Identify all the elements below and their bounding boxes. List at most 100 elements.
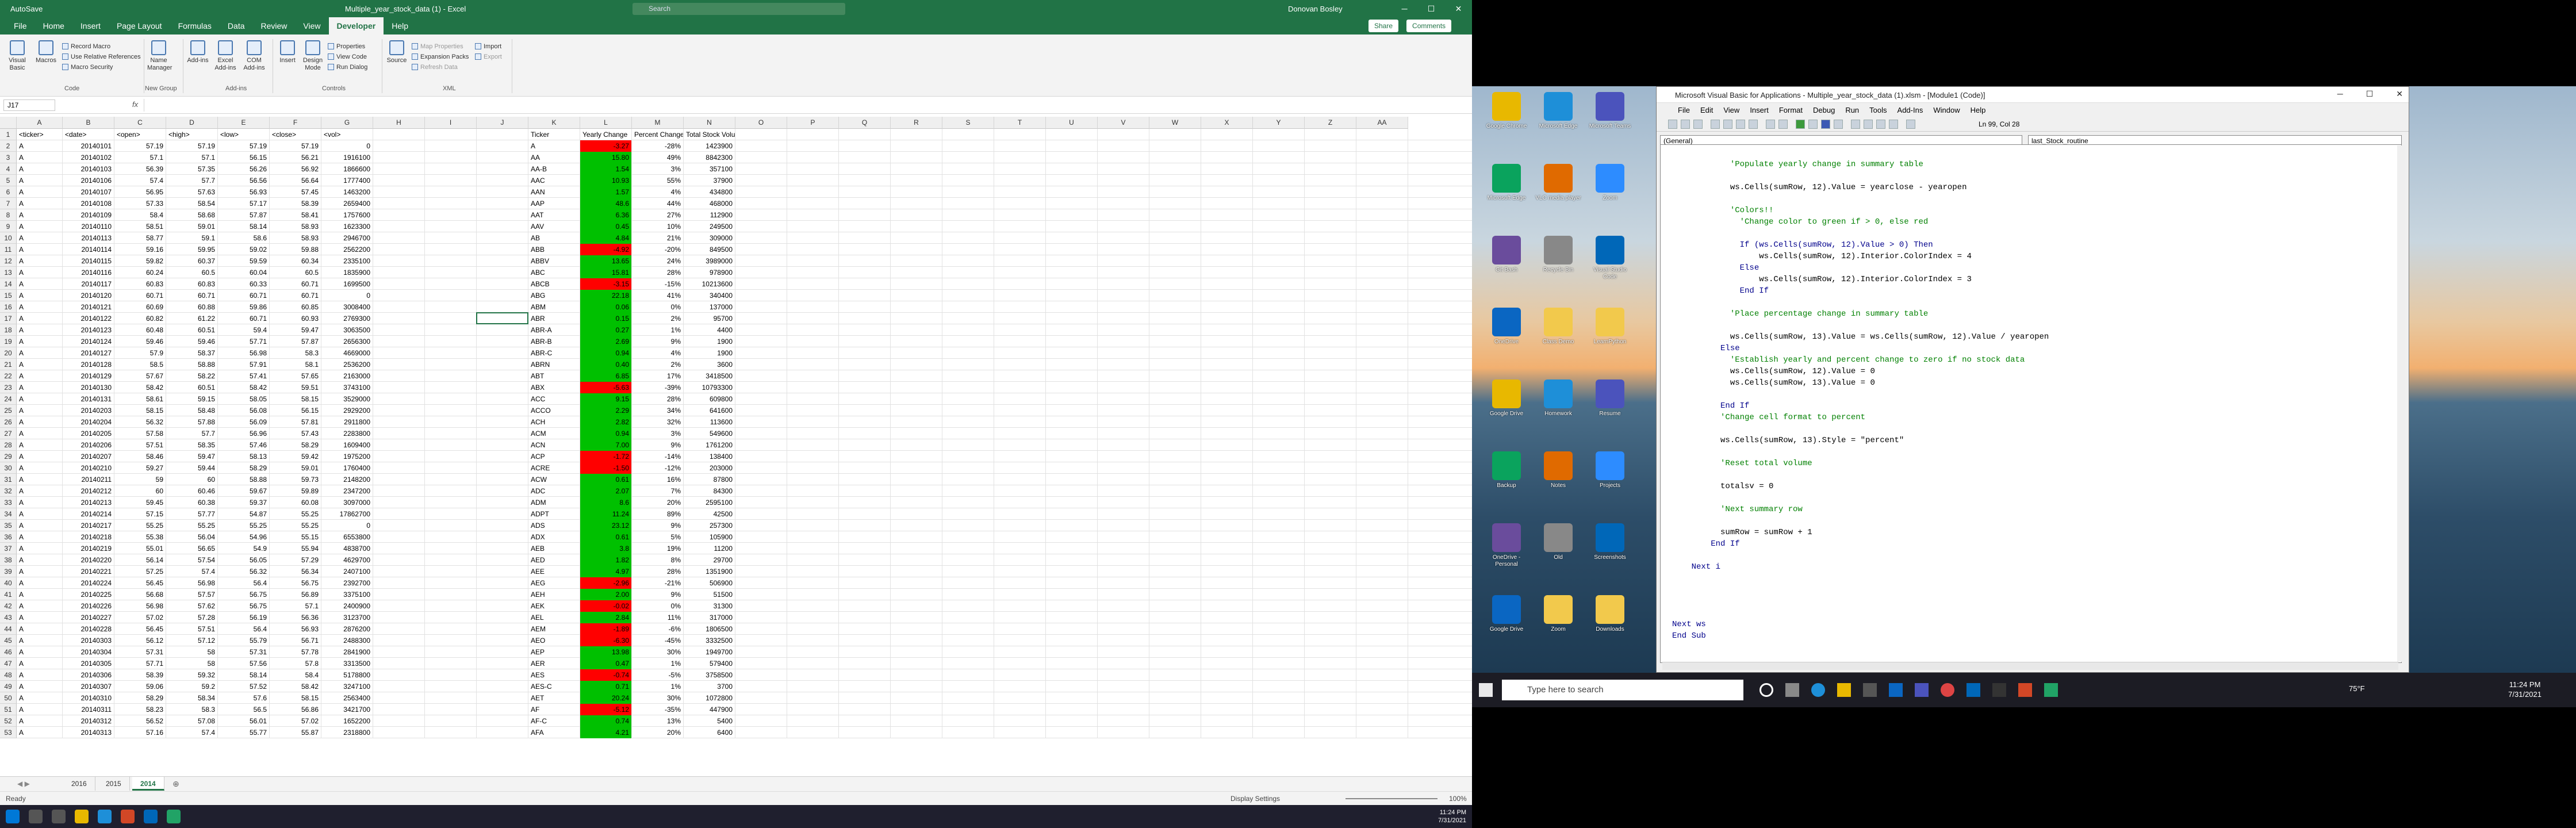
row-header[interactable]: 28 (0, 439, 17, 451)
cell-low[interactable]: 60.33 (218, 278, 269, 290)
summary-ticker[interactable]: AEL (528, 612, 580, 623)
code-line[interactable] (1672, 170, 2391, 182)
store-icon[interactable] (1863, 683, 1877, 697)
summary-percent-change[interactable]: -15% (632, 278, 683, 290)
summary-percent-change[interactable]: 9% (632, 336, 683, 347)
cell-date[interactable]: 20140313 (63, 727, 114, 738)
cell-vol[interactable]: 2488300 (321, 635, 373, 646)
row-header[interactable]: 24 (0, 393, 17, 405)
excel-taskbar-icon[interactable] (2044, 683, 2058, 697)
summary-ticker[interactable]: AEB (528, 543, 580, 554)
row-header[interactable]: 38 (0, 554, 17, 566)
addins-button[interactable]: Add-ins (186, 40, 209, 64)
column-header-T[interactable]: T (994, 117, 1046, 129)
summary-total-volume[interactable]: 3989000 (684, 255, 735, 267)
summary-percent-change[interactable]: 19% (632, 543, 683, 554)
cell-open[interactable]: 56.45 (114, 577, 166, 589)
cell-open[interactable]: 60.48 (114, 324, 166, 336)
cell-open[interactable]: 58.5 (114, 359, 166, 370)
cell-open[interactable]: 58.42 (114, 382, 166, 393)
cell-low[interactable]: 58.13 (218, 451, 269, 462)
cell-high[interactable]: 60.83 (166, 278, 217, 290)
column-header-C[interactable]: C (114, 117, 166, 129)
summary-ticker[interactable]: AEO (528, 635, 580, 646)
summary-total-volume[interactable]: 42500 (684, 508, 735, 520)
cell-date[interactable]: 20140102 (63, 152, 114, 163)
cell-close[interactable]: 57.43 (270, 428, 321, 439)
summary-yearly-change[interactable]: 4.97 (580, 566, 631, 577)
cell-ticker[interactable]: A (17, 347, 62, 359)
cell-high[interactable]: 57.4 (166, 727, 217, 738)
cell-date[interactable]: 20140213 (63, 497, 114, 508)
desktop-icon[interactable]: Zoom (1587, 164, 1633, 202)
summary-yearly-change[interactable]: -5.63 (580, 382, 631, 393)
powerpoint-icon[interactable] (121, 810, 135, 823)
cell-low[interactable]: 56.56 (218, 175, 269, 186)
cell-low[interactable]: 60.04 (218, 267, 269, 278)
vba-menu-insert[interactable]: Insert (1745, 103, 1774, 117)
summary-total-volume[interactable]: 3600 (684, 359, 735, 370)
summary-yearly-change[interactable]: 20.24 (580, 692, 631, 704)
vba-menu-window[interactable]: Window (1928, 103, 1965, 117)
summary-ticker[interactable]: AEH (528, 589, 580, 600)
cell-high[interactable]: 57.62 (166, 600, 217, 612)
cell-high[interactable]: 60.71 (166, 290, 217, 301)
summary-total-volume[interactable]: 31300 (684, 600, 735, 612)
cell-open[interactable]: 56.32 (114, 416, 166, 428)
map-properties-button[interactable]: Map Properties (412, 43, 463, 51)
cell-high[interactable]: 58.35 (166, 439, 217, 451)
summary-total-volume[interactable]: 317000 (684, 612, 735, 623)
cell-ticker[interactable]: A (17, 278, 62, 290)
cell-high[interactable]: 58.68 (166, 209, 217, 221)
cell-close[interactable]: 56.75 (270, 577, 321, 589)
cell-date[interactable]: 20140310 (63, 692, 114, 704)
cell-open[interactable]: 58.15 (114, 405, 166, 416)
summary-ticker[interactable]: ACP (528, 451, 580, 462)
object-browser-icon[interactable] (1876, 120, 1885, 129)
row-header[interactable]: 49 (0, 681, 17, 692)
column-header-F[interactable]: F (270, 117, 321, 129)
cell-ticker[interactable]: A (17, 658, 62, 669)
cell-ticker[interactable]: A (17, 428, 62, 439)
cell-low[interactable]: 54.87 (218, 508, 269, 520)
cell-ticker[interactable]: A (17, 209, 62, 221)
summary-total-volume[interactable]: 549600 (684, 428, 735, 439)
summary-yearly-change[interactable]: 0.27 (580, 324, 631, 336)
summary-yearly-change[interactable]: 0.61 (580, 531, 631, 543)
desktop-icon[interactable]: Backup (1483, 451, 1529, 489)
summary-yearly-change[interactable]: 1.57 (580, 186, 631, 198)
code-line[interactable]: ws.Cells(sumRow, 13).Value = 0 (1672, 377, 2391, 389)
cell-vol[interactable]: 4669000 (321, 347, 373, 359)
cell-high[interactable]: 58.54 (166, 198, 217, 209)
cell-vol[interactable]: 2407100 (321, 566, 373, 577)
summary-total-volume[interactable]: 1900 (684, 336, 735, 347)
cell-open[interactable]: 60.69 (114, 301, 166, 313)
cell-vol[interactable]: 1777400 (321, 175, 373, 186)
desktop-icon[interactable]: Downloads (1587, 595, 1633, 633)
code-line[interactable] (1672, 607, 2391, 619)
cell-low[interactable]: 58.29 (218, 462, 269, 474)
row-header[interactable]: 19 (0, 336, 17, 347)
cell-high[interactable]: 59.46 (166, 336, 217, 347)
cell-ticker[interactable]: A (17, 255, 62, 267)
cell-vol[interactable]: 0 (321, 290, 373, 301)
cell-open[interactable]: 56.95 (114, 186, 166, 198)
summary-total-volume[interactable]: 506900 (684, 577, 735, 589)
cell-open[interactable]: 59.82 (114, 255, 166, 267)
autosave-toggle[interactable]: AutoSave (10, 5, 43, 13)
cell-close[interactable]: 59.01 (270, 462, 321, 474)
summary-yearly-change[interactable]: 8.6 (580, 497, 631, 508)
cell-date[interactable]: 20140101 (63, 140, 114, 152)
cell-high[interactable]: 60.88 (166, 301, 217, 313)
summary-ticker[interactable]: ABBV (528, 255, 580, 267)
cell-vol[interactable]: 3008400 (321, 301, 373, 313)
row-header[interactable]: 40 (0, 577, 17, 589)
column-header-R[interactable]: R (891, 117, 942, 129)
cell-close[interactable]: 59.51 (270, 382, 321, 393)
summary-total-volume[interactable]: 1900 (684, 347, 735, 359)
cell-high[interactable]: 59.47 (166, 451, 217, 462)
code-line[interactable] (1672, 550, 2391, 561)
summary-ticker[interactable]: ACH (528, 416, 580, 428)
summary-percent-change[interactable]: 34% (632, 405, 683, 416)
row-header[interactable]: 35 (0, 520, 17, 531)
